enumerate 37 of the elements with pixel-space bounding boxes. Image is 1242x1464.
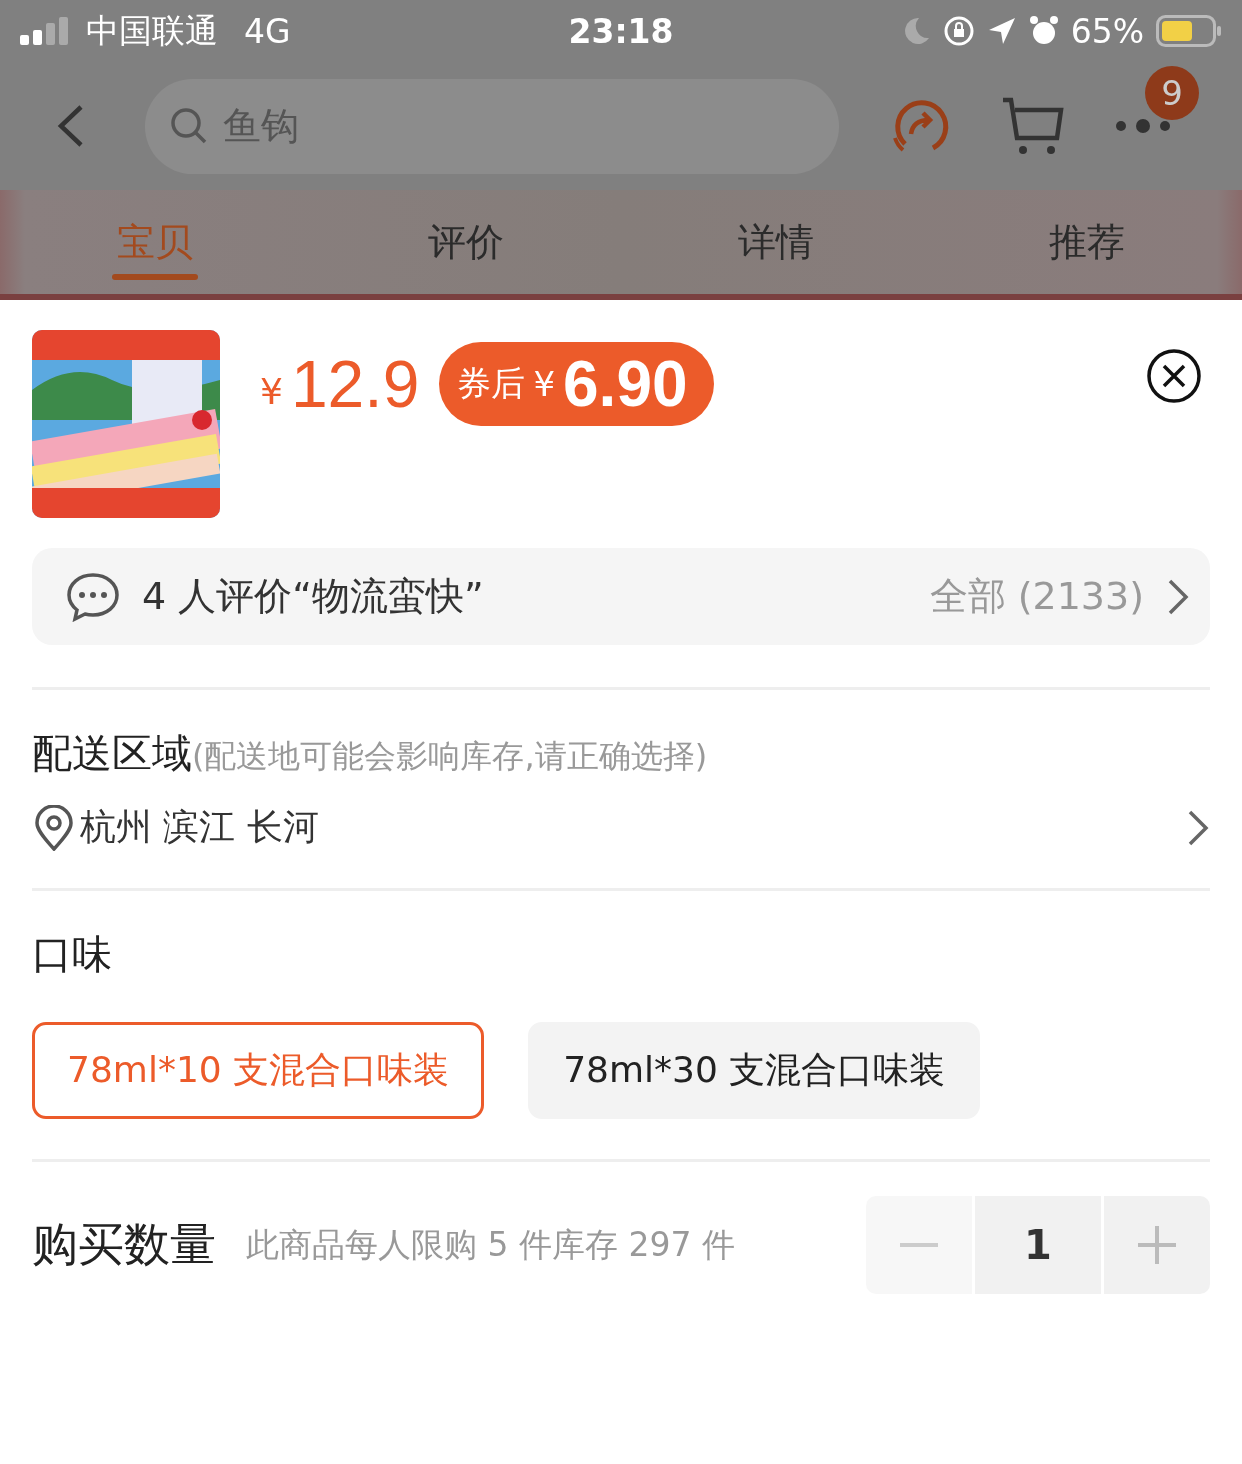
delivery-note: (配送地可能会影响库存,请正确选择): [192, 736, 708, 777]
quantity-value: 1: [975, 1196, 1101, 1294]
review-summary: 4 人评价“物流蛮快”: [142, 573, 485, 620]
delivery-location: 杭州 滨江 长河: [80, 805, 320, 849]
clock-time: 23:18: [568, 11, 674, 51]
network-type: 4G: [244, 11, 291, 51]
minus-icon: [900, 1243, 938, 1247]
purchase-limit-note: 此商品每人限购 5 件库存 297 件: [246, 1223, 736, 1266]
more-button[interactable]: [1115, 116, 1171, 136]
tab[interactable]: 评价: [310, 190, 621, 294]
section-title: 配送区域: [32, 729, 192, 778]
quantity-title: 购买数量: [32, 1216, 216, 1273]
rotation-lock-icon: [942, 15, 975, 47]
back-button[interactable]: [55, 103, 85, 149]
alarm-icon: [1028, 15, 1059, 47]
section-title: 口味: [32, 930, 112, 979]
flavor-option[interactable]: 78ml*10 支混合口味装: [32, 1022, 485, 1119]
battery-percent: 65%: [1070, 11, 1144, 51]
search-icon: [170, 106, 208, 145]
chat-bubble-icon: [66, 571, 120, 622]
carrier-name: 中国联通: [86, 9, 218, 52]
tab[interactable]: 推荐: [931, 190, 1242, 294]
currency-symbol: ¥: [533, 364, 555, 404]
coupon-label: 券后: [457, 362, 526, 405]
coupon-price: 6.90: [563, 347, 688, 421]
currency-symbol: ¥: [260, 370, 283, 412]
tab[interactable]: 详情: [621, 190, 932, 294]
close-button[interactable]: [1146, 348, 1202, 404]
flavor-option[interactable]: 78ml*30 支混合口味装: [528, 1022, 981, 1119]
notification-badge: 9: [1145, 66, 1199, 120]
all-reviews-count: 全部 (2133): [929, 573, 1144, 620]
plus-icon: [1138, 1226, 1176, 1264]
product-price: 12.9: [290, 346, 420, 422]
review-summary-bar[interactable]: 4 人评价“物流蛮快” 全部 (2133): [32, 548, 1210, 645]
battery-icon: [1156, 15, 1222, 47]
location-pin-icon: [32, 804, 76, 851]
delivery-location-row[interactable]: 杭州 滨江 长河: [32, 803, 1210, 852]
